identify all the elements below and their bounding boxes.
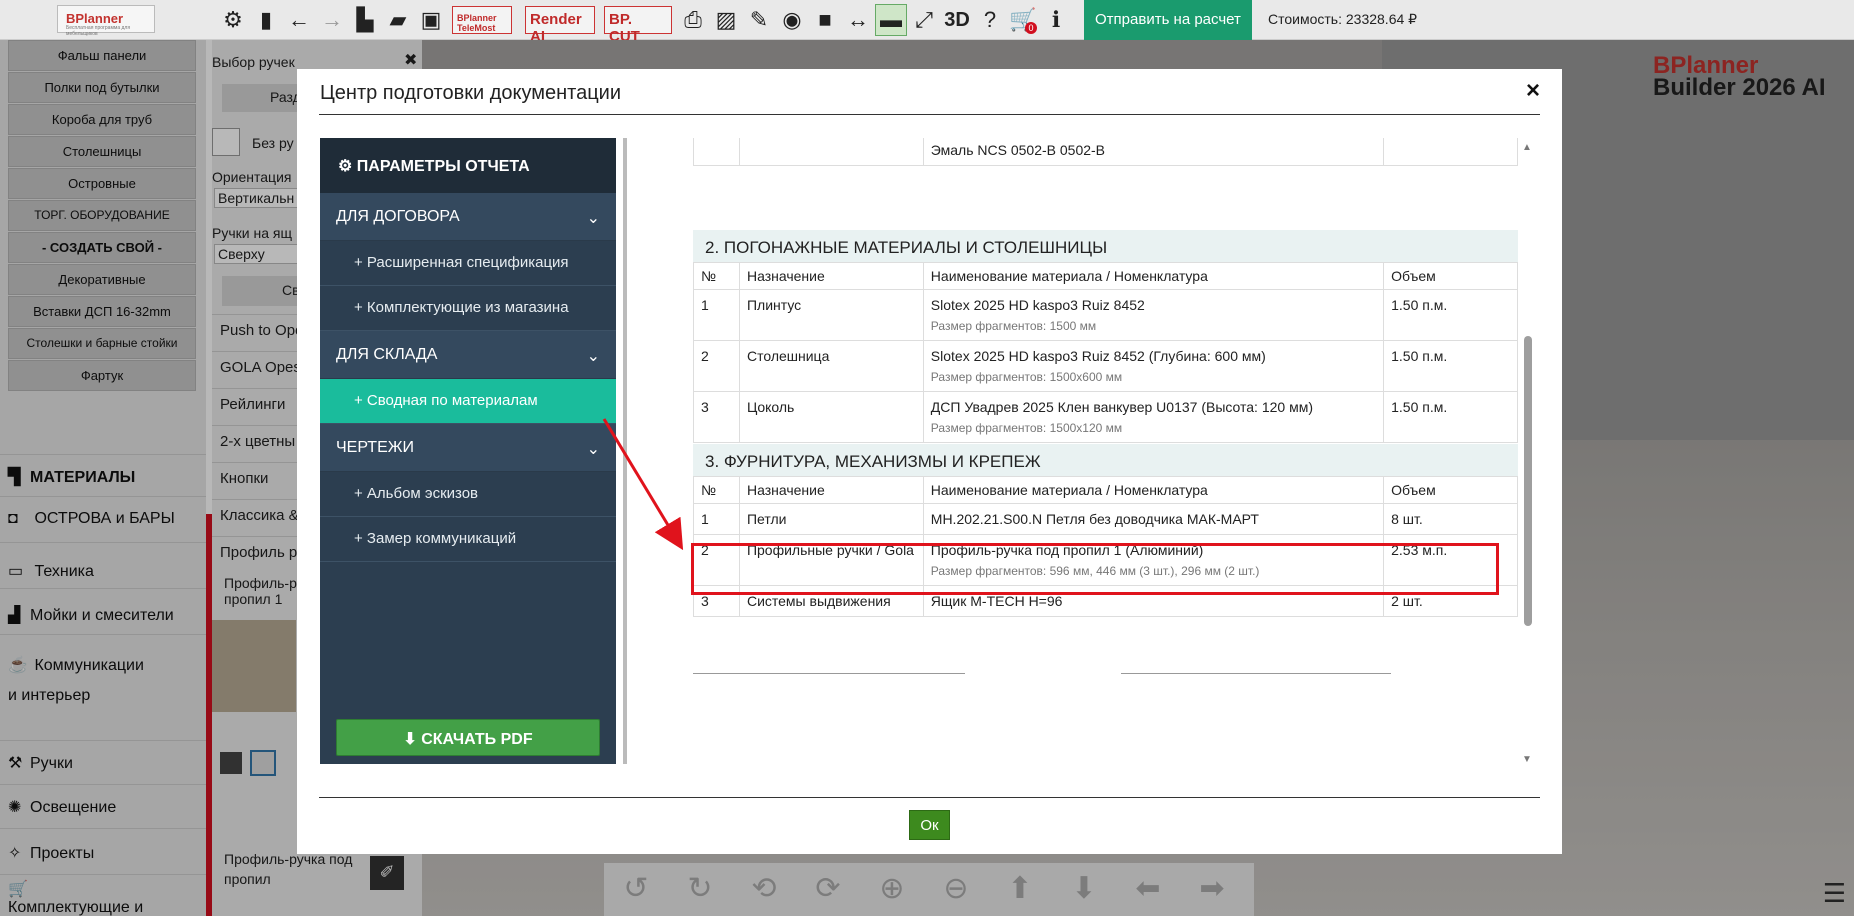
- settings-icon[interactable]: ⚙: [217, 4, 249, 36]
- cost-display: Стоимость: 23328.64 ₽: [1268, 11, 1418, 27]
- table-row: 3 Цоколь ДСП Увадрев 2025 Клен ванкувер U…: [693, 391, 1518, 443]
- highlight-box: [691, 543, 1499, 595]
- fullscreen-icon[interactable]: ⤢: [908, 4, 940, 36]
- rotate-left-icon[interactable]: ↺: [604, 863, 668, 906]
- section-title: 3. ФУРНИТУРА, МЕХАНИЗМЫ И КРЕПЕЖ: [693, 444, 1518, 476]
- view-3d-button[interactable]: 3D: [941, 4, 973, 36]
- open-folder-icon[interactable]: ▰: [382, 4, 414, 36]
- chevron-down-icon: ⌄: [586, 210, 600, 227]
- chevron-down-icon: ⌄: [586, 441, 600, 458]
- gear-icon: ⚙: [338, 158, 353, 175]
- resize-icon[interactable]: ↔: [842, 4, 874, 36]
- zoom-in-icon[interactable]: ⊕: [860, 863, 924, 906]
- ok-button[interactable]: Ок: [909, 810, 950, 840]
- zoom-out-icon[interactable]: ⊖: [924, 863, 988, 906]
- bplanner-logo[interactable]: BPlanner Бесплатная программа для мебельщ…: [57, 5, 155, 37]
- signature-line: [1121, 673, 1391, 674]
- table-row: 1 Петли MH.202.21.S00.N Петля без доводчи…: [693, 503, 1518, 535]
- cart-icon[interactable]: 🛒 0: [1007, 4, 1039, 36]
- telemost-button[interactable]: BPlanner TeleMost: [452, 6, 512, 34]
- new-file-icon[interactable]: ▙: [349, 4, 381, 36]
- scroll-down-icon[interactable]: ▼: [1522, 754, 1532, 765]
- documentation-modal: Центр подготовки документации × ⚙ ПАРАМЕ…: [297, 69, 1562, 854]
- save-icon[interactable]: ▣: [415, 4, 447, 36]
- report-content: Эмаль NCS 0502-B 0502-B 2. ПОГОНАЖНЫЕ МА…: [693, 138, 1518, 754]
- help-icon[interactable]: ?: [974, 4, 1006, 36]
- redo-icon[interactable]: →: [316, 4, 348, 36]
- divider: [319, 114, 1540, 115]
- table-header: № Назначение Наименование материала / Номе…: [693, 476, 1518, 504]
- render-button[interactable]: Render AI: [525, 6, 595, 45]
- close-icon[interactable]: ×: [1526, 77, 1540, 105]
- nav-header: ⚙ ПАРАМЕТРЫ ОТЧЕТА: [320, 138, 616, 193]
- info-icon[interactable]: ℹ: [1040, 4, 1072, 36]
- modal-title: Центр подготовки документации: [320, 82, 622, 104]
- table-cell: Эмаль NCS 0502-B 0502-B: [922, 138, 1385, 166]
- arrow-right-icon[interactable]: ➡: [1180, 863, 1244, 906]
- image-icon[interactable]: ▨: [710, 4, 742, 36]
- eye-icon[interactable]: ◉: [776, 4, 808, 36]
- table-row: 1 Плинтус Slotex 2025 HD kaspo3 Ruiz 8452…: [693, 289, 1518, 341]
- section-title: 2. ПОГОНАЖНЫЕ МАТЕРИАЛЫ И СТОЛЕШНИЦЫ: [693, 230, 1518, 262]
- table-header: № Назначение Наименование материала / Номе…: [693, 262, 1518, 290]
- report-params-nav: ⚙ ПАРАМЕТРЫ ОТЧЕТА ДЛЯ ДОГОВОРА ⌄ + Расши…: [320, 138, 616, 764]
- nav-divider: [623, 138, 627, 764]
- nav-group-drawings[interactable]: ЧЕРТЕЖИ ⌄: [320, 424, 616, 472]
- rotate-right-icon[interactable]: ↻: [668, 863, 732, 906]
- nav-item-materials-summary[interactable]: + Сводная по материалам: [320, 379, 616, 424]
- menu-icon[interactable]: ☰: [1823, 878, 1846, 909]
- content-scrollbar[interactable]: ▲ ▼: [1520, 138, 1534, 768]
- arrow-down-icon[interactable]: ⬇: [1052, 863, 1116, 906]
- mobile-icon[interactable]: ▮: [250, 4, 282, 36]
- top-table-fragment: Эмаль NCS 0502-B 0502-B: [693, 138, 1518, 166]
- scroll-up-icon[interactable]: ▲: [1522, 142, 1532, 153]
- chevron-down-icon: ⌄: [586, 348, 600, 365]
- send-for-calculation-button[interactable]: Отправить на расчет: [1084, 0, 1252, 40]
- orbit-up-icon[interactable]: ⟲: [732, 863, 796, 906]
- print-icon[interactable]: ⎙: [677, 4, 709, 36]
- nav-group-warehouse[interactable]: ДЛЯ СКЛАДА ⌄: [320, 331, 616, 379]
- undo-icon[interactable]: ←: [283, 4, 315, 36]
- video-icon[interactable]: ■: [809, 4, 841, 36]
- nav-item-communications-measure[interactable]: + Замер коммуникаций: [320, 517, 616, 562]
- scroll-thumb[interactable]: [1524, 336, 1532, 626]
- nav-item-sketch-album[interactable]: + Альбом эскизов: [320, 472, 616, 517]
- top-toolbar: BPlanner Бесплатная программа для мебельщ…: [0, 0, 1854, 45]
- comment-icon[interactable]: ▬: [875, 4, 907, 36]
- materials-table: № Назначение Наименование материала / Номе…: [693, 262, 1518, 443]
- nav-item-store-accessories[interactable]: + Комплектующие из магазина: [320, 286, 616, 331]
- divider: [319, 797, 1540, 798]
- orbit-down-icon[interactable]: ⟳: [796, 863, 860, 906]
- cart-badge: 0: [1025, 22, 1037, 34]
- pencil-icon[interactable]: ✎: [743, 4, 775, 36]
- signature-line: [693, 673, 965, 674]
- download-pdf-button[interactable]: ⬇ СКАЧАТЬ PDF: [336, 719, 600, 756]
- arrow-left-icon[interactable]: ⬅: [1116, 863, 1180, 906]
- table-row: 2 Столешница Slotex 2025 HD kaspo3 Ruiz 8…: [693, 340, 1518, 392]
- download-icon: ⬇: [403, 731, 417, 748]
- camera-controls: ↺ ↻ ⟲ ⟳ ⊕ ⊖ ⬆ ⬇ ⬅ ➡: [604, 863, 1254, 916]
- nav-group-contract[interactable]: ДЛЯ ДОГОВОРА ⌄: [320, 193, 616, 241]
- bpcut-button[interactable]: BP. CUT: [604, 6, 672, 45]
- nav-item-extended-spec[interactable]: + Расширенная спецификация: [320, 241, 616, 286]
- arrow-up-icon[interactable]: ⬆: [988, 863, 1052, 906]
